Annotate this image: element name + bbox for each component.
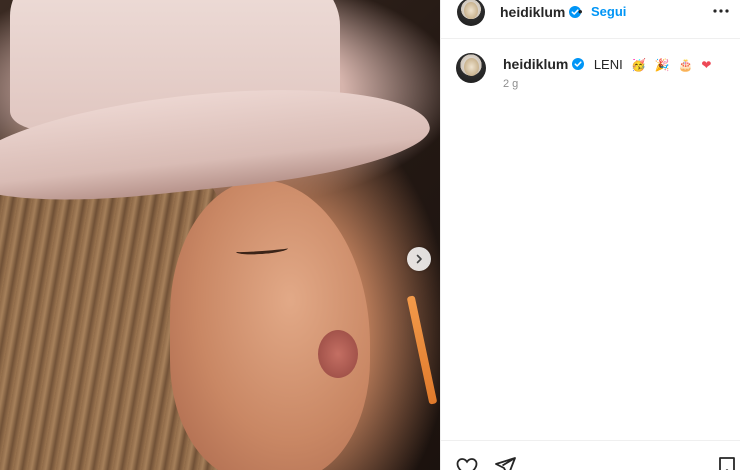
author-username-row: heidiklum	[500, 4, 582, 22]
caption-row: heidiklum LENI 🥳 🎉 🎂 ❤	[503, 56, 711, 74]
post-actions-bar	[441, 440, 740, 470]
author-avatar[interactable]	[457, 0, 485, 26]
caption-text: LENI	[593, 57, 623, 72]
caption-timestamp[interactable]: 2 g	[503, 78, 518, 90]
birthday-cake-emoji: 🎂	[677, 58, 693, 72]
header-separator: •	[578, 4, 583, 19]
party-popper-emoji: 🎉	[654, 58, 670, 72]
post-side-panel: heidiklum • Segui heidiklum LENI 🥳 🎉 🎂 ❤…	[440, 0, 740, 470]
author-username[interactable]: heidiklum	[500, 4, 565, 20]
carousel-next-button[interactable]	[407, 247, 431, 271]
party-face-emoji: 🥳	[631, 58, 647, 72]
follow-button[interactable]: Segui	[591, 4, 626, 19]
caption-username[interactable]: heidiklum	[503, 56, 568, 72]
share-icon[interactable]	[493, 455, 517, 470]
post-media[interactable]	[0, 0, 440, 470]
red-heart-emoji: ❤	[701, 58, 712, 72]
more-horizontal-icon	[713, 9, 729, 13]
chevron-right-icon	[416, 254, 422, 264]
post-header: heidiklum • Segui	[441, 0, 740, 39]
save-icon[interactable]	[715, 455, 739, 470]
more-options-button[interactable]	[711, 1, 731, 21]
media-lips-shape	[318, 330, 358, 378]
caption-author-avatar[interactable]	[456, 53, 486, 83]
like-icon[interactable]	[455, 455, 479, 470]
verified-badge-icon	[572, 58, 585, 70]
